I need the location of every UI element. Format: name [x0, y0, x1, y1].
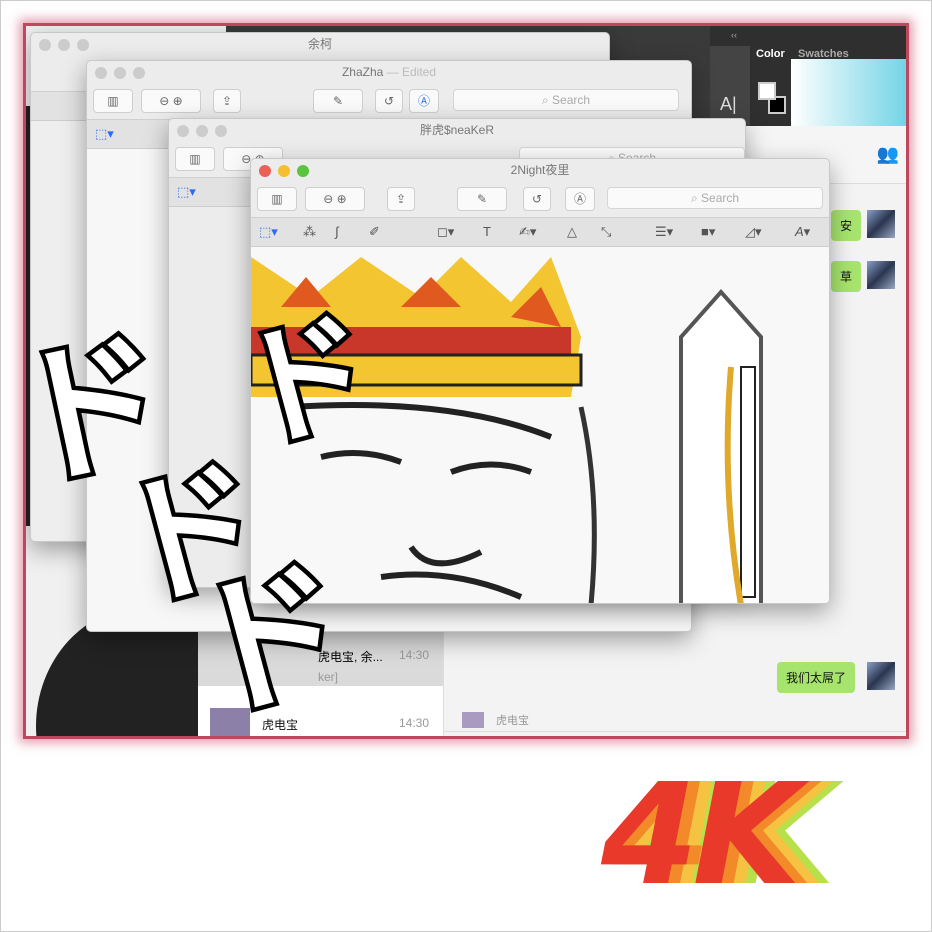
border-color-icon[interactable]: ■▾ — [701, 224, 715, 240]
adjust-size-icon[interactable]: ⤡ — [601, 224, 611, 240]
zoom-buttons[interactable]: ⊖ ⊕ — [141, 89, 201, 113]
markup-toolbar-button[interactable]: Ⓐ — [409, 89, 439, 113]
avatar — [867, 261, 895, 289]
sidebar-toggle-button[interactable]: ▥ — [175, 147, 215, 171]
shapes-icon[interactable]: ◻▾ — [437, 224, 454, 240]
shape-style-icon[interactable]: ☰▾ — [655, 224, 673, 240]
foreground-color-swatch[interactable] — [758, 82, 776, 100]
rect-selection-icon[interactable]: ⬚▾ — [95, 126, 114, 142]
markup-pen-button[interactable]: ✎ — [457, 187, 507, 211]
collapse-panel-button[interactable]: ‹‹ — [731, 30, 737, 40]
share-button[interactable]: ⇪ — [213, 89, 241, 113]
sender-name: 虎电宝 — [496, 715, 529, 727]
rotate-button[interactable]: ↺ — [523, 187, 551, 211]
instant-alpha-icon[interactable]: ⁂ — [303, 224, 316, 240]
avatar — [462, 712, 484, 728]
draw-icon[interactable]: ✐ — [369, 224, 380, 240]
window-title: ZhaZha — [341, 65, 384, 79]
rect-selection-icon[interactable]: ⬚▾ — [177, 184, 196, 200]
chat-time: 14:30 — [398, 648, 429, 662]
markup-pen-button[interactable]: ✎ — [313, 89, 363, 113]
message-bubble: 我们太屌了 — [776, 662, 855, 693]
4k-badge: 4K — [601, 754, 801, 917]
rotate-button[interactable]: ↺ — [375, 89, 403, 113]
input-divider — [444, 731, 906, 732]
text-style-icon[interactable]: A▾ — [795, 224, 810, 240]
type-tool[interactable]: A| — [720, 94, 737, 115]
fill-color-icon[interactable]: ◿▾ — [745, 224, 762, 240]
zoom-buttons[interactable]: ⊖ ⊕ — [305, 187, 365, 211]
sketch-icon[interactable]: ∫ — [335, 224, 339, 239]
screenshot-frame: A| ‹‹ Color Swatches 👥 安 草 我们太屌了 虎电宝 虎电宝… — [23, 23, 909, 739]
rect-selection-icon[interactable]: ⬚▾ — [259, 224, 278, 240]
message-bubble: 草 — [830, 261, 861, 292]
tab-color[interactable]: Color — [756, 48, 785, 60]
markup-toolbar-button[interactable]: Ⓐ — [565, 187, 595, 211]
window-title: 余柯 — [307, 37, 332, 51]
sign-icon[interactable]: ✍▾ — [519, 224, 536, 240]
search-input[interactable]: ⌕ Search — [607, 187, 823, 209]
edited-label: — Edited — [386, 65, 437, 79]
text-icon[interactable]: T — [483, 224, 491, 239]
window-title: 2Night夜里 — [510, 163, 570, 177]
message-bubble: 安 — [830, 210, 861, 241]
avatar — [867, 210, 895, 238]
window-title: 胖虎$neaKeR — [419, 123, 495, 137]
group-members-icon[interactable]: 👥 — [877, 144, 899, 165]
sidebar-toggle-button[interactable]: ▥ — [257, 187, 297, 211]
search-input[interactable]: ⌕ Search — [453, 89, 679, 111]
sidebar-toggle-button[interactable]: ▥ — [93, 89, 133, 113]
photoshop-toolstrip: A| — [710, 46, 750, 126]
share-button[interactable]: ⇪ — [387, 187, 415, 211]
chat-time: 14:30 — [398, 716, 429, 730]
adjust-color-icon[interactable]: △ — [567, 224, 577, 240]
avatar — [867, 662, 895, 690]
color-picker-gradient[interactable] — [791, 59, 906, 129]
